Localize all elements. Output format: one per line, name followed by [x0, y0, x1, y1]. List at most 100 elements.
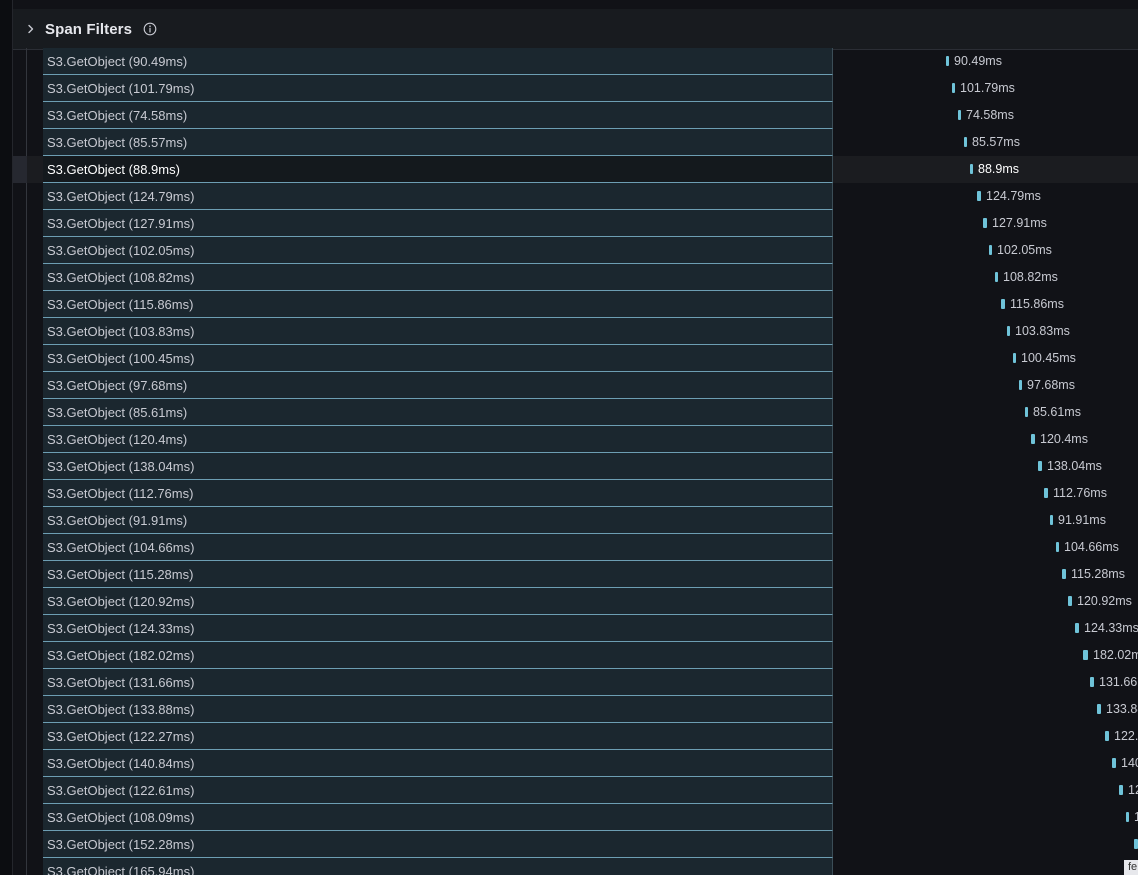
span-timeline-cell[interactable]: 138.04ms — [833, 453, 1138, 480]
span-timeline-cell[interactable]: 152.28ms — [833, 831, 1138, 858]
span-name-cell[interactable]: S3.GetObject (152.28ms) — [43, 831, 833, 858]
span-name-cell[interactable]: S3.GetObject (91.91ms) — [43, 507, 833, 534]
span-row[interactable]: S3.GetObject (101.79ms) 101.79ms — [13, 75, 1138, 102]
span-timeline-cell[interactable]: 120.4ms — [833, 426, 1138, 453]
span-timeline-cell[interactable]: 102.05ms — [833, 237, 1138, 264]
span-name-cell[interactable]: S3.GetObject (120.4ms) — [43, 426, 833, 453]
span-timeline-cell[interactable]: 88.9ms — [833, 156, 1138, 183]
span-name-cell[interactable]: S3.GetObject (120.92ms) — [43, 588, 833, 615]
span-name-cell[interactable]: S3.GetObject (115.86ms) — [43, 291, 833, 318]
span-row[interactable]: S3.GetObject (100.45ms) 100.45ms — [13, 345, 1138, 372]
span-name-cell[interactable]: S3.GetObject (124.79ms) — [43, 183, 833, 210]
span-row[interactable]: S3.GetObject (152.28ms) 152.28ms — [13, 831, 1138, 858]
span-row[interactable]: S3.GetObject (103.83ms) 103.83ms — [13, 318, 1138, 345]
span-row[interactable]: S3.GetObject (91.91ms) 91.91ms — [13, 507, 1138, 534]
span-timeline-cell[interactable]: 108.82ms — [833, 264, 1138, 291]
span-row[interactable]: S3.GetObject (120.4ms) 120.4ms — [13, 426, 1138, 453]
info-icon[interactable] — [143, 22, 157, 36]
span-name-cell[interactable]: S3.GetObject (103.83ms) — [43, 318, 833, 345]
selected-row-marker — [13, 156, 27, 183]
span-timeline-cell[interactable]: 85.57ms — [833, 129, 1138, 156]
span-row[interactable]: S3.GetObject (74.58ms) 74.58ms — [13, 102, 1138, 129]
span-timeline-cell[interactable]: 133.88ms — [833, 696, 1138, 723]
span-row[interactable]: S3.GetObject (85.61ms) 85.61ms — [13, 399, 1138, 426]
span-row[interactable]: S3.GetObject (102.05ms) 102.05ms — [13, 237, 1138, 264]
span-row[interactable]: S3.GetObject (140.84ms) 140.84ms — [13, 750, 1138, 777]
span-name: S3.GetObject (124.33ms) — [47, 620, 195, 636]
span-timeline-cell[interactable]: 120.92ms — [833, 588, 1138, 615]
span-row[interactable]: S3.GetObject (104.66ms) 104.66ms — [13, 534, 1138, 561]
span-row[interactable]: S3.GetObject (127.91ms) 127.91ms — [13, 210, 1138, 237]
span-name-cell[interactable]: S3.GetObject (138.04ms) — [43, 453, 833, 480]
span-timeline-cell[interactable]: 140.84ms — [833, 750, 1138, 777]
span-timeline-cell[interactable]: 127.91ms — [833, 210, 1138, 237]
span-name-cell[interactable]: S3.GetObject (85.61ms) — [43, 399, 833, 426]
span-name-cell[interactable]: S3.GetObject (182.02ms) — [43, 642, 833, 669]
span-row[interactable]: S3.GetObject (124.79ms) 124.79ms — [13, 183, 1138, 210]
span-name-cell[interactable]: S3.GetObject (122.61ms) — [43, 777, 833, 804]
span-row[interactable]: S3.GetObject (97.68ms) 97.68ms — [13, 372, 1138, 399]
span-name-cell[interactable]: S3.GetObject (131.66ms) — [43, 669, 833, 696]
span-row[interactable]: S3.GetObject (115.86ms) 115.86ms — [13, 291, 1138, 318]
span-name-cell[interactable]: S3.GetObject (127.91ms) — [43, 210, 833, 237]
tooltip-fragment: fe — [1124, 860, 1138, 875]
span-duration-bar — [1126, 812, 1129, 822]
span-name-cell[interactable]: S3.GetObject (122.27ms) — [43, 723, 833, 750]
span-row[interactable]: S3.GetObject (124.33ms) 124.33ms — [13, 615, 1138, 642]
span-timeline-cell[interactable]: 85.61ms — [833, 399, 1138, 426]
span-timeline-cell[interactable]: 122.27ms — [833, 723, 1138, 750]
span-row[interactable]: S3.GetObject (108.09ms) 108.09ms — [13, 804, 1138, 831]
span-timeline-cell[interactable]: 124.33ms — [833, 615, 1138, 642]
span-row[interactable]: S3.GetObject (85.57ms) 85.57ms — [13, 129, 1138, 156]
span-timeline-cell[interactable]: 124.79ms — [833, 183, 1138, 210]
span-name-cell[interactable]: S3.GetObject (124.33ms) — [43, 615, 833, 642]
span-filters-header[interactable]: Span Filters — [13, 9, 1138, 50]
span-row[interactable]: S3.GetObject (112.76ms) 112.76ms — [13, 480, 1138, 507]
span-name-cell[interactable]: S3.GetObject (97.68ms) — [43, 372, 833, 399]
span-timeline-cell[interactable]: 74.58ms — [833, 102, 1138, 129]
span-timeline-cell[interactable]: 108.09ms — [833, 804, 1138, 831]
span-name-cell[interactable]: S3.GetObject (115.28ms) — [43, 561, 833, 588]
span-row[interactable]: S3.GetObject (120.92ms) 120.92ms — [13, 588, 1138, 615]
span-row[interactable]: S3.GetObject (122.27ms) 122.27ms — [13, 723, 1138, 750]
span-name-cell[interactable]: S3.GetObject (85.57ms) — [43, 129, 833, 156]
span-row[interactable]: S3.GetObject (115.28ms) 115.28ms — [13, 561, 1138, 588]
span-row[interactable]: S3.GetObject (182.02ms) 182.02ms — [13, 642, 1138, 669]
span-row[interactable]: S3.GetObject (90.49ms) 90.49ms — [13, 48, 1138, 75]
span-name-cell[interactable]: S3.GetObject (112.76ms) — [43, 480, 833, 507]
span-row[interactable]: S3.GetObject (122.61ms) 122.61ms — [13, 777, 1138, 804]
span-row[interactable]: S3.GetObject (131.66ms) 131.66ms — [13, 669, 1138, 696]
chevron-right-icon[interactable] — [24, 22, 38, 36]
span-timeline-cell[interactable]: 165.94ms — [833, 858, 1138, 875]
span-name-cell[interactable]: S3.GetObject (74.58ms) — [43, 102, 833, 129]
span-row[interactable]: S3.GetObject (88.9ms) 88.9ms — [13, 156, 1138, 183]
span-timeline-cell[interactable]: 90.49ms — [833, 48, 1138, 75]
span-row[interactable]: S3.GetObject (133.88ms) 133.88ms — [13, 696, 1138, 723]
span-timeline-cell[interactable]: 101.79ms — [833, 75, 1138, 102]
span-name-cell[interactable]: S3.GetObject (101.79ms) — [43, 75, 833, 102]
span-row[interactable]: S3.GetObject (165.94ms) 165.94ms — [13, 858, 1138, 875]
span-name-cell[interactable]: S3.GetObject (165.94ms) — [43, 858, 833, 875]
span-timeline-cell[interactable]: 103.83ms — [833, 318, 1138, 345]
span-name-cell[interactable]: S3.GetObject (102.05ms) — [43, 237, 833, 264]
span-timeline-cell[interactable]: 112.76ms — [833, 480, 1138, 507]
span-timeline-cell[interactable]: 115.86ms — [833, 291, 1138, 318]
span-timeline-cell[interactable]: 91.91ms — [833, 507, 1138, 534]
span-name-cell[interactable]: S3.GetObject (108.09ms) — [43, 804, 833, 831]
span-timeline-cell[interactable]: 104.66ms — [833, 534, 1138, 561]
span-timeline-cell[interactable]: 97.68ms — [833, 372, 1138, 399]
span-name-cell[interactable]: S3.GetObject (104.66ms) — [43, 534, 833, 561]
span-name-cell[interactable]: S3.GetObject (88.9ms) — [43, 156, 833, 183]
span-timeline-cell[interactable]: 131.66ms — [833, 669, 1138, 696]
span-timeline-cell[interactable]: 115.28ms — [833, 561, 1138, 588]
span-name-cell[interactable]: S3.GetObject (100.45ms) — [43, 345, 833, 372]
span-timeline-cell[interactable]: 100.45ms — [833, 345, 1138, 372]
span-timeline-cell[interactable]: 182.02ms — [833, 642, 1138, 669]
span-name-cell[interactable]: S3.GetObject (90.49ms) — [43, 48, 833, 75]
span-timeline-cell[interactable]: 122.61ms — [833, 777, 1138, 804]
span-row[interactable]: S3.GetObject (138.04ms) 138.04ms — [13, 453, 1138, 480]
span-name-cell[interactable]: S3.GetObject (108.82ms) — [43, 264, 833, 291]
span-name-cell[interactable]: S3.GetObject (140.84ms) — [43, 750, 833, 777]
span-name-cell[interactable]: S3.GetObject (133.88ms) — [43, 696, 833, 723]
span-row[interactable]: S3.GetObject (108.82ms) 108.82ms — [13, 264, 1138, 291]
